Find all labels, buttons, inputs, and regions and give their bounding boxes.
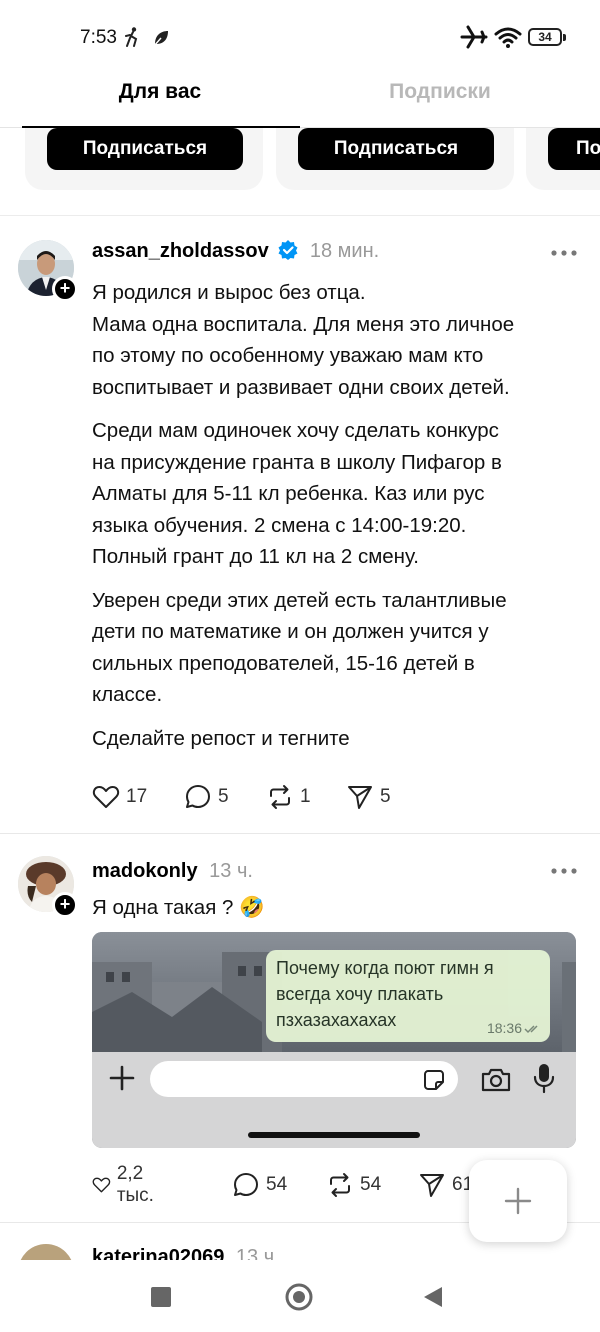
share-button[interactable]: 5 bbox=[346, 782, 391, 812]
airplane-mode-icon bbox=[460, 25, 488, 49]
avatar[interactable] bbox=[18, 1244, 74, 1260]
comment-icon bbox=[186, 785, 210, 808]
repost-count: 54 bbox=[360, 1174, 382, 1195]
post-text: Я одна такая ? 🤣 bbox=[92, 896, 265, 919]
post-time: 13 ч. bbox=[209, 860, 253, 882]
comment-icon bbox=[234, 1173, 258, 1196]
chat-message-input bbox=[150, 1061, 458, 1097]
walking-icon bbox=[125, 27, 138, 47]
heart-icon bbox=[92, 786, 120, 808]
follow-button[interactable]: Подписаться bbox=[47, 128, 243, 170]
post-header: madokonly 13 ч. bbox=[92, 860, 253, 883]
repost-button[interactable]: 1 bbox=[266, 782, 311, 812]
chat-input-bar bbox=[92, 1052, 576, 1148]
follow-button[interactable]: По bbox=[548, 128, 600, 170]
chat-message-time: 18:36 bbox=[486, 1020, 522, 1036]
username[interactable]: assan_zholdassov bbox=[92, 240, 269, 262]
share-count: 5 bbox=[380, 786, 391, 807]
suggestion-card: Подписаться bbox=[276, 128, 514, 190]
back-button[interactable] bbox=[422, 1285, 444, 1309]
system-navigation-bar bbox=[0, 1260, 600, 1332]
repost-icon bbox=[270, 785, 290, 809]
post-image[interactable]: Почему когда поют гимн я всегда хочу пла… bbox=[92, 932, 576, 1148]
more-options-icon[interactable] bbox=[550, 866, 578, 876]
heart-icon bbox=[92, 1177, 111, 1193]
like-count: 2,2 тыс. bbox=[116, 1163, 154, 1206]
follow-button[interactable]: Подписаться bbox=[298, 128, 494, 170]
reply-button[interactable]: 5 bbox=[184, 782, 229, 812]
send-icon bbox=[420, 1174, 444, 1197]
username[interactable]: madokonly bbox=[92, 860, 198, 882]
more-options-icon[interactable] bbox=[550, 248, 578, 258]
follow-plus-icon[interactable]: + bbox=[52, 276, 78, 302]
post-paragraph: Среди мам одиночек хочу сделать конкурс … bbox=[92, 419, 502, 568]
post-text: Я родился и вырос без отца. Мама одна во… bbox=[92, 277, 582, 766]
repost-button[interactable]: 54 bbox=[326, 1170, 381, 1200]
share-button[interactable]: 61 bbox=[418, 1170, 473, 1200]
status-bar: 7:53 34 bbox=[0, 0, 600, 72]
avatar[interactable]: + bbox=[18, 856, 78, 918]
new-post-button[interactable] bbox=[469, 1160, 567, 1242]
suggestion-card: По bbox=[526, 128, 600, 190]
post-header: katerina02069 13 ч. bbox=[92, 1246, 280, 1260]
sticker-icon bbox=[424, 1070, 444, 1090]
battery-level: 34 bbox=[528, 28, 562, 46]
post-time: 18 мин. bbox=[309, 240, 380, 262]
tab-for-you[interactable]: Для вас bbox=[10, 80, 310, 104]
repost-icon bbox=[330, 1173, 350, 1197]
chat-message-text: Почему когда поют гимн я всегда хочу пла… bbox=[276, 958, 494, 1030]
camera-icon bbox=[481, 1068, 511, 1092]
microphone-icon bbox=[533, 1064, 555, 1094]
follow-suggestions: Подписаться Подписаться По bbox=[0, 128, 600, 216]
leaf-icon bbox=[153, 31, 168, 47]
repost-count: 1 bbox=[300, 786, 311, 807]
like-button[interactable]: 17 bbox=[92, 782, 147, 812]
status-time: 7:53 bbox=[80, 27, 117, 48]
plus-icon bbox=[109, 1065, 135, 1091]
reply-count: 5 bbox=[218, 786, 229, 807]
plus-icon bbox=[504, 1187, 532, 1215]
follow-plus-icon[interactable]: + bbox=[52, 892, 78, 918]
send-icon bbox=[348, 786, 372, 809]
suggestion-card: Подписаться bbox=[25, 128, 263, 190]
post[interactable]: + assan_zholdassov 18 мин. Я родился и в… bbox=[0, 216, 600, 833]
username[interactable]: katerina02069 bbox=[92, 1246, 224, 1260]
recent-apps-button[interactable] bbox=[151, 1287, 171, 1307]
feed-tabs: Для вас Подписки bbox=[0, 72, 600, 128]
post-paragraph: Я родился и вырос без отца. Мама одна во… bbox=[92, 281, 515, 399]
post-header: assan_zholdassov 18 мин. bbox=[92, 240, 379, 263]
post-paragraph: Сделайте репост и тегните bbox=[92, 726, 350, 750]
like-count: 17 bbox=[126, 786, 148, 807]
wifi-icon bbox=[494, 27, 522, 48]
tab-following[interactable]: Подписки bbox=[290, 80, 590, 104]
chat-message-bubble: Почему когда поют гимн я всегда хочу пла… bbox=[266, 950, 550, 1042]
verified-badge-icon bbox=[278, 240, 298, 260]
post-paragraph: Уверен среди этих детей есть талантливые… bbox=[92, 588, 507, 707]
like-button[interactable]: 2,2 тыс. bbox=[92, 1163, 163, 1206]
reply-count: 54 bbox=[266, 1174, 288, 1195]
avatar[interactable]: + bbox=[18, 240, 78, 302]
post-time: 13 ч. bbox=[235, 1246, 280, 1260]
reply-button[interactable]: 54 bbox=[232, 1170, 287, 1200]
battery-icon: 34 bbox=[528, 26, 566, 48]
double-check-icon bbox=[524, 1025, 538, 1034]
home-indicator bbox=[248, 1132, 420, 1138]
home-button[interactable] bbox=[284, 1282, 314, 1312]
